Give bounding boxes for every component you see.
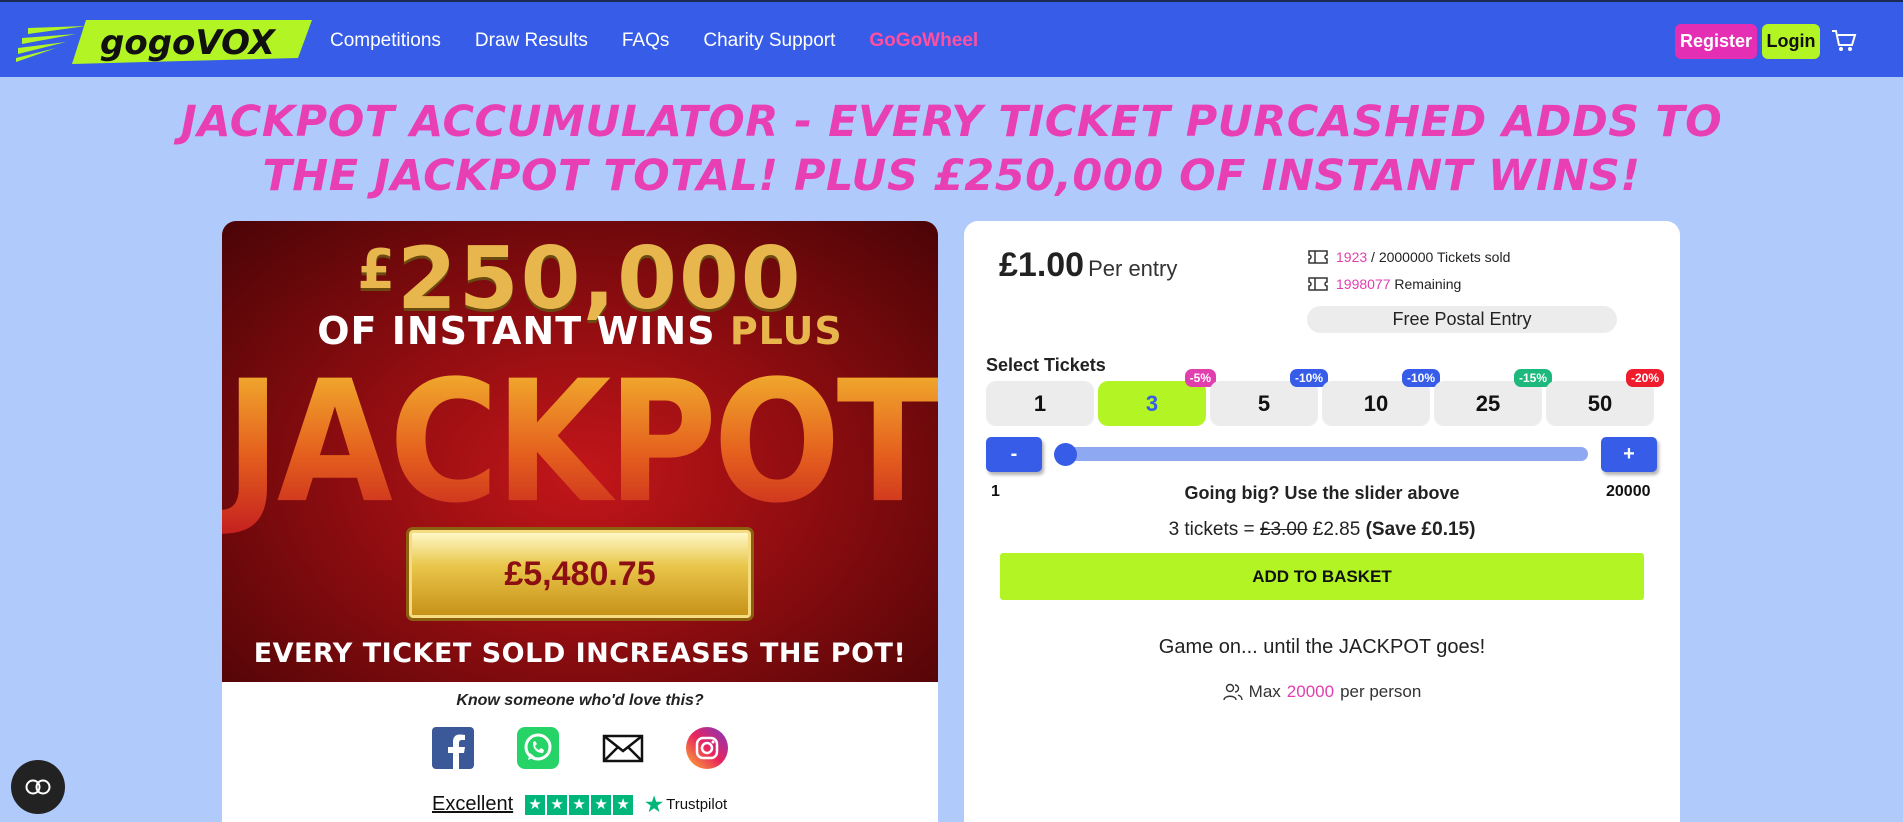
ticket-option-50[interactable]: 50 -20% [1546, 369, 1664, 426]
max-per-person: Max 20000 per person [964, 682, 1680, 702]
top-navbar: gogoVOX Competitions Draw Results FAQs C… [0, 0, 1903, 77]
star-icon: ★ [591, 794, 612, 815]
select-tickets-label: Select Tickets [986, 355, 1106, 375]
ticket-option-qty: 1 [1033, 390, 1047, 416]
ticket-quantity-options: 1 3 -5% 5 -10% 10 -10% 25 -15% 50 -20% [986, 369, 1664, 426]
increase-button[interactable]: + [1601, 437, 1657, 472]
discount-badge: -10% [1289, 369, 1328, 387]
tickets-remaining: 1998077 Remaining [1308, 276, 1461, 292]
free-postal-entry-button[interactable]: Free Postal Entry [1307, 306, 1617, 333]
maxper-number: 20000 [1286, 682, 1335, 701]
trustpilot-brand-text: Trustpilot [666, 796, 728, 813]
trustpilot-rating[interactable]: Excellent [432, 793, 513, 816]
promo-banner: £250,000 OF INSTANT WINS PLUS JACKPOT £5… [222, 221, 938, 682]
discount-badge: -15% [1513, 369, 1552, 387]
remaining-label: Remaining [1394, 276, 1462, 292]
summary-saving: (Save £0.15) [1365, 519, 1476, 540]
ticket-option-qty: 10 [1363, 390, 1389, 416]
star-icon: ★ [547, 794, 568, 815]
jackpot-value-box: £5,480.75 [409, 530, 751, 618]
ticket-option-qty: 50 [1587, 390, 1613, 416]
star-icon: ★ [569, 794, 590, 815]
headline-line-2: THE JACKPOT TOTAL! PLUS £250,000 OF INST… [262, 151, 1641, 201]
promo-pound: £ [357, 238, 397, 301]
gogovox-logo[interactable]: gogoVOX [16, 18, 312, 66]
promo-every-ticket: EVERY TICKET SOLD INCREASES THE POT! [253, 638, 907, 669]
headline-line-1: JACKPOT ACCUMULATOR - EVERY TICKET PURCA… [180, 97, 1723, 147]
discount-badge: -20% [1625, 369, 1664, 387]
ticket-option-qty: 25 [1475, 390, 1501, 416]
ticket-option-10[interactable]: 10 -10% [1322, 369, 1440, 426]
nav-competitions[interactable]: Competitions [330, 30, 441, 52]
ticket-option-qty: 5 [1257, 390, 1271, 416]
email-icon[interactable] [601, 726, 645, 770]
cookie-settings-button[interactable] [11, 760, 65, 814]
trustpilot-star-icon: ★ [645, 794, 664, 816]
nav-faqs[interactable]: FAQs [622, 30, 670, 52]
nav-charity-support[interactable]: Charity Support [703, 30, 835, 52]
register-button[interactable]: Register [1675, 24, 1757, 59]
jackpot-value: £5,480.75 [504, 554, 656, 593]
trustpilot-widget[interactable]: Excellent ★ ★ ★ ★ ★ ★ Trustpilot [432, 792, 727, 817]
tickets-sold: 1923 / 2000000 Tickets sold [1308, 249, 1510, 265]
sold-count: 1923 [1336, 249, 1368, 265]
trustpilot-stars: ★ ★ ★ ★ ★ [525, 794, 634, 815]
svg-text:gogoVOX: gogoVOX [100, 23, 277, 63]
users-icon [1222, 683, 1243, 701]
price-summary: 3 tickets = £3.00 £2.85 (Save £0.15) [964, 519, 1680, 541]
ticket-option-3[interactable]: 3 -5% [1098, 369, 1216, 426]
decrease-button[interactable]: - [986, 437, 1042, 472]
price-per: Per entry [1088, 256, 1178, 281]
maxper-suffix: per person [1340, 682, 1422, 701]
slider-max-label: 20000 [1606, 483, 1651, 500]
competition-image-card: £250,000 OF INSTANT WINS PLUS JACKPOT £5… [222, 221, 938, 822]
whatsapp-icon[interactable] [516, 726, 560, 770]
slider-min-label: 1 [991, 483, 1000, 500]
star-icon: ★ [613, 794, 634, 815]
ticket-option-5[interactable]: 5 -10% [1210, 369, 1328, 426]
page-headline: JACKPOT ACCUMULATOR - EVERY TICKET PURCA… [180, 95, 1723, 203]
entry-price: £1.00 Per entry [999, 246, 1177, 285]
summary-new-price: £2.85 [1312, 519, 1361, 540]
maxper-prefix: Max [1248, 682, 1281, 701]
instagram-icon[interactable] [685, 726, 729, 770]
summary-prefix: 3 tickets = [1168, 519, 1255, 540]
star-icon: ★ [525, 794, 546, 815]
slider-hint: Going big? Use the slider above [1184, 483, 1460, 503]
cookie-settings-icon [25, 779, 51, 795]
ticket-slider-thumb[interactable] [1054, 443, 1077, 466]
nav-draw-results[interactable]: Draw Results [475, 30, 588, 52]
cart-icon[interactable] [1830, 28, 1858, 54]
price-value: £1.00 [999, 246, 1085, 284]
login-button[interactable]: Login [1762, 24, 1820, 59]
ticket-slider-track[interactable] [1062, 447, 1588, 461]
discount-badge: -10% [1401, 369, 1440, 387]
ticket-option-1[interactable]: 1 [986, 381, 1094, 426]
ticket-icon [1308, 250, 1328, 264]
sold-total: / 2000000 Tickets sold [1371, 249, 1511, 265]
facebook-icon[interactable] [431, 726, 475, 770]
ticket-option-25[interactable]: 25 -15% [1434, 369, 1552, 426]
ticket-option-qty: 3 [1145, 390, 1159, 416]
promo-jackpot: JACKPOT [222, 346, 938, 541]
share-prompt: Know someone who'd love this? [456, 692, 704, 709]
remaining-count: 1998077 [1336, 276, 1391, 292]
ticket-icon [1308, 277, 1328, 291]
add-to-basket-button[interactable]: ADD TO BASKET [1000, 553, 1644, 600]
summary-old-price: £3.00 [1259, 519, 1308, 540]
trustpilot-brand: ★ Trustpilot [645, 792, 727, 817]
nav-gogowheel[interactable]: GoGoWheel [869, 30, 978, 52]
game-on-text: Game on... until the JACKPOT goes! [1158, 636, 1486, 658]
purchase-card: £1.00 Per entry 1923 / 2000000 Tickets so… [964, 221, 1680, 822]
